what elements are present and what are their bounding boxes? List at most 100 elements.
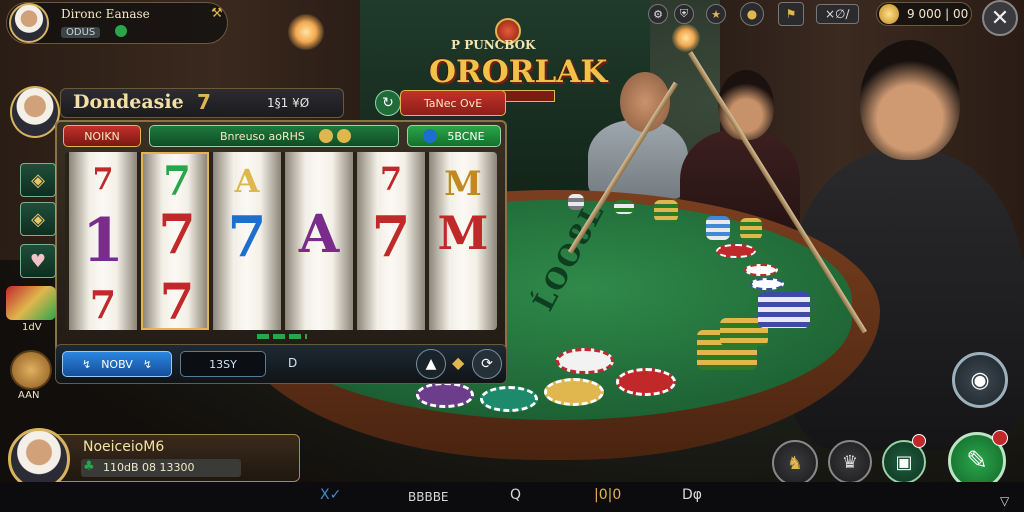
camera-icon[interactable]: ◉ <box>952 352 1008 408</box>
bottom-player-card[interactable]: NoeiceioM6 ♣ 110dB 08 13300 <box>40 434 300 482</box>
gem-icon[interactable] <box>115 25 127 37</box>
slot-host-avatar[interactable] <box>10 86 60 138</box>
slot-bar-right-icon <box>423 129 438 143</box>
gift-bag-icon[interactable] <box>6 286 56 320</box>
poker-chip[interactable] <box>480 386 538 412</box>
player-left-body <box>588 120 688 200</box>
chip-stack[interactable] <box>568 194 584 210</box>
diamond-icon[interactable]: ◆ <box>452 353 464 372</box>
reel[interactable]: A 7 <box>213 152 281 330</box>
chip-stack[interactable] <box>706 216 730 240</box>
reel-symbol: 1 <box>82 206 124 276</box>
poker-chip[interactable] <box>616 368 676 396</box>
top-right-badge[interactable]: ×∅∕ <box>816 4 859 24</box>
reel[interactable]: 7 1 7 <box>69 152 137 330</box>
reel-symbol: A <box>234 162 260 200</box>
gold-coin-icon <box>879 4 899 24</box>
clover-icon: ♣ <box>83 459 95 474</box>
slot-bar-mid-label: Bnreuso aoRHS <box>220 129 305 143</box>
nav-item-coins[interactable]: |0|0 <box>594 487 621 503</box>
chevron-down-icon[interactable]: ▽ <box>1000 494 1009 508</box>
chip-stack[interactable] <box>654 200 678 222</box>
coin-amount: 9 000 | 00 <box>907 7 969 21</box>
player-middle-head <box>718 70 774 140</box>
player-right-head <box>860 40 960 160</box>
bet-right-icon: ↯ <box>142 357 153 371</box>
nav-item-store[interactable]: BBBBE <box>408 490 449 504</box>
poker-chip[interactable] <box>716 244 756 258</box>
side-tab[interactable]: TaNec OvE <box>400 90 506 116</box>
reel-symbol: 7 <box>92 162 114 197</box>
reel[interactable]: M M <box>429 152 497 330</box>
side-button-diamond[interactable]: ◈ <box>20 163 56 197</box>
player-avatar[interactable] <box>9 3 49 43</box>
win-field: 13SY <box>180 351 266 377</box>
profile-icon[interactable]: ♛ <box>828 440 872 484</box>
coin-icon <box>336 129 351 143</box>
coin-icon[interactable]: ● <box>740 2 764 26</box>
logo-top: P PUNCBOK <box>451 38 536 52</box>
bet-button[interactable]: ↯ NOBV ↯ <box>62 351 172 377</box>
reel[interactable]: A <box>285 152 353 330</box>
poker-chip[interactable] <box>744 264 778 276</box>
reel-symbol: 7 <box>89 282 117 327</box>
coin-balance[interactable]: 9 000 | 00 <box>876 2 972 26</box>
chip-stack[interactable] <box>758 292 810 328</box>
reel-symbol: 7 <box>227 204 267 270</box>
slot-bar-mid[interactable]: Bnreuso aoRHS <box>149 125 399 147</box>
slot-title-stats: 1§1 ¥Ø <box>267 96 310 110</box>
win-field-suffix: D <box>288 356 298 370</box>
chip-stack[interactable] <box>740 218 762 240</box>
slot-title: Dondeasie <box>73 91 184 113</box>
coin-bank-icon[interactable] <box>10 350 52 390</box>
character-icon[interactable]: ♞ <box>772 440 818 486</box>
reel-symbol: 7 <box>371 204 411 270</box>
notification-badge <box>912 434 926 448</box>
bottom-player-name: NoeiceioM6 <box>83 439 165 455</box>
arrow-up-icon[interactable]: ▲ <box>416 349 446 379</box>
slot-title-bar: Dondeasie 7 1§1 ¥Ø <box>60 88 344 118</box>
slot-bar-left[interactable]: NOIKN <box>63 125 141 147</box>
poker-chip[interactable] <box>416 382 474 408</box>
nav-item-home[interactable]: Ⅹ✓ <box>320 487 341 503</box>
trophy-icon[interactable]: ★ <box>706 4 726 24</box>
poker-chip[interactable] <box>544 378 604 406</box>
close-icon[interactable]: ✕ <box>982 0 1018 36</box>
wrench-icon[interactable]: ⚒ <box>211 6 223 21</box>
spin-icon[interactable]: ⟳ <box>472 349 502 379</box>
nav-item-more[interactable]: Dφ <box>682 487 702 503</box>
chip-stack[interactable] <box>614 200 634 214</box>
reel-symbol: A <box>298 204 340 265</box>
coin-icon <box>318 129 333 143</box>
shield-icon[interactable]: ⛨ <box>674 4 694 24</box>
slot-bar-right-label: 5BCNE <box>447 129 485 143</box>
tag-icon[interactable]: ⚑ <box>778 2 804 26</box>
settings-icon[interactable]: ⚙ <box>648 4 668 24</box>
bottom-player-amount: 110dB 08 13300 <box>103 461 195 474</box>
reel-symbol: M <box>444 164 482 204</box>
wall-lamp <box>672 24 700 52</box>
reel-symbol: 7 <box>159 272 195 330</box>
reel[interactable]: 7 7 <box>357 152 425 330</box>
player-card[interactable]: Dironc Eanase ⚒ ODUS <box>6 2 228 44</box>
logo-main: ORORLAK <box>429 54 608 90</box>
poker-chip[interactable] <box>750 278 784 290</box>
slot-footer: ↯ NOBV ↯ 13SY D ▲ ◆ ⟳ <box>55 344 507 384</box>
nav-item-search[interactable]: Q <box>510 487 521 503</box>
bottom-player-amount-box: ♣ 110dB 08 13300 <box>81 459 241 477</box>
coin-bank-label: AAN <box>18 390 40 401</box>
bet-label: NOBV <box>101 357 133 371</box>
side-button-diamond[interactable]: ◈ <box>20 202 56 236</box>
side-button-heart[interactable]: ♥ <box>20 244 56 278</box>
reel-symbol: 7 <box>379 160 403 198</box>
slot-bar-right[interactable]: 5BCNE <box>407 125 501 147</box>
wall-lamp <box>288 14 324 50</box>
bet-left-icon: ↯ <box>81 357 92 371</box>
refresh-icon[interactable]: ↻ <box>375 90 401 116</box>
reel[interactable]: 7 7 7 <box>141 152 209 330</box>
bottom-player-avatar[interactable] <box>8 428 70 490</box>
poker-chip[interactable] <box>556 348 614 374</box>
game-logo: P PUNCBOK ORORLAK <box>425 18 607 102</box>
gift-bag-label: 1dV <box>22 322 42 333</box>
reel-window[interactable]: 7 1 7 7 7 7 A 7 A 7 7 M M <box>65 152 497 330</box>
